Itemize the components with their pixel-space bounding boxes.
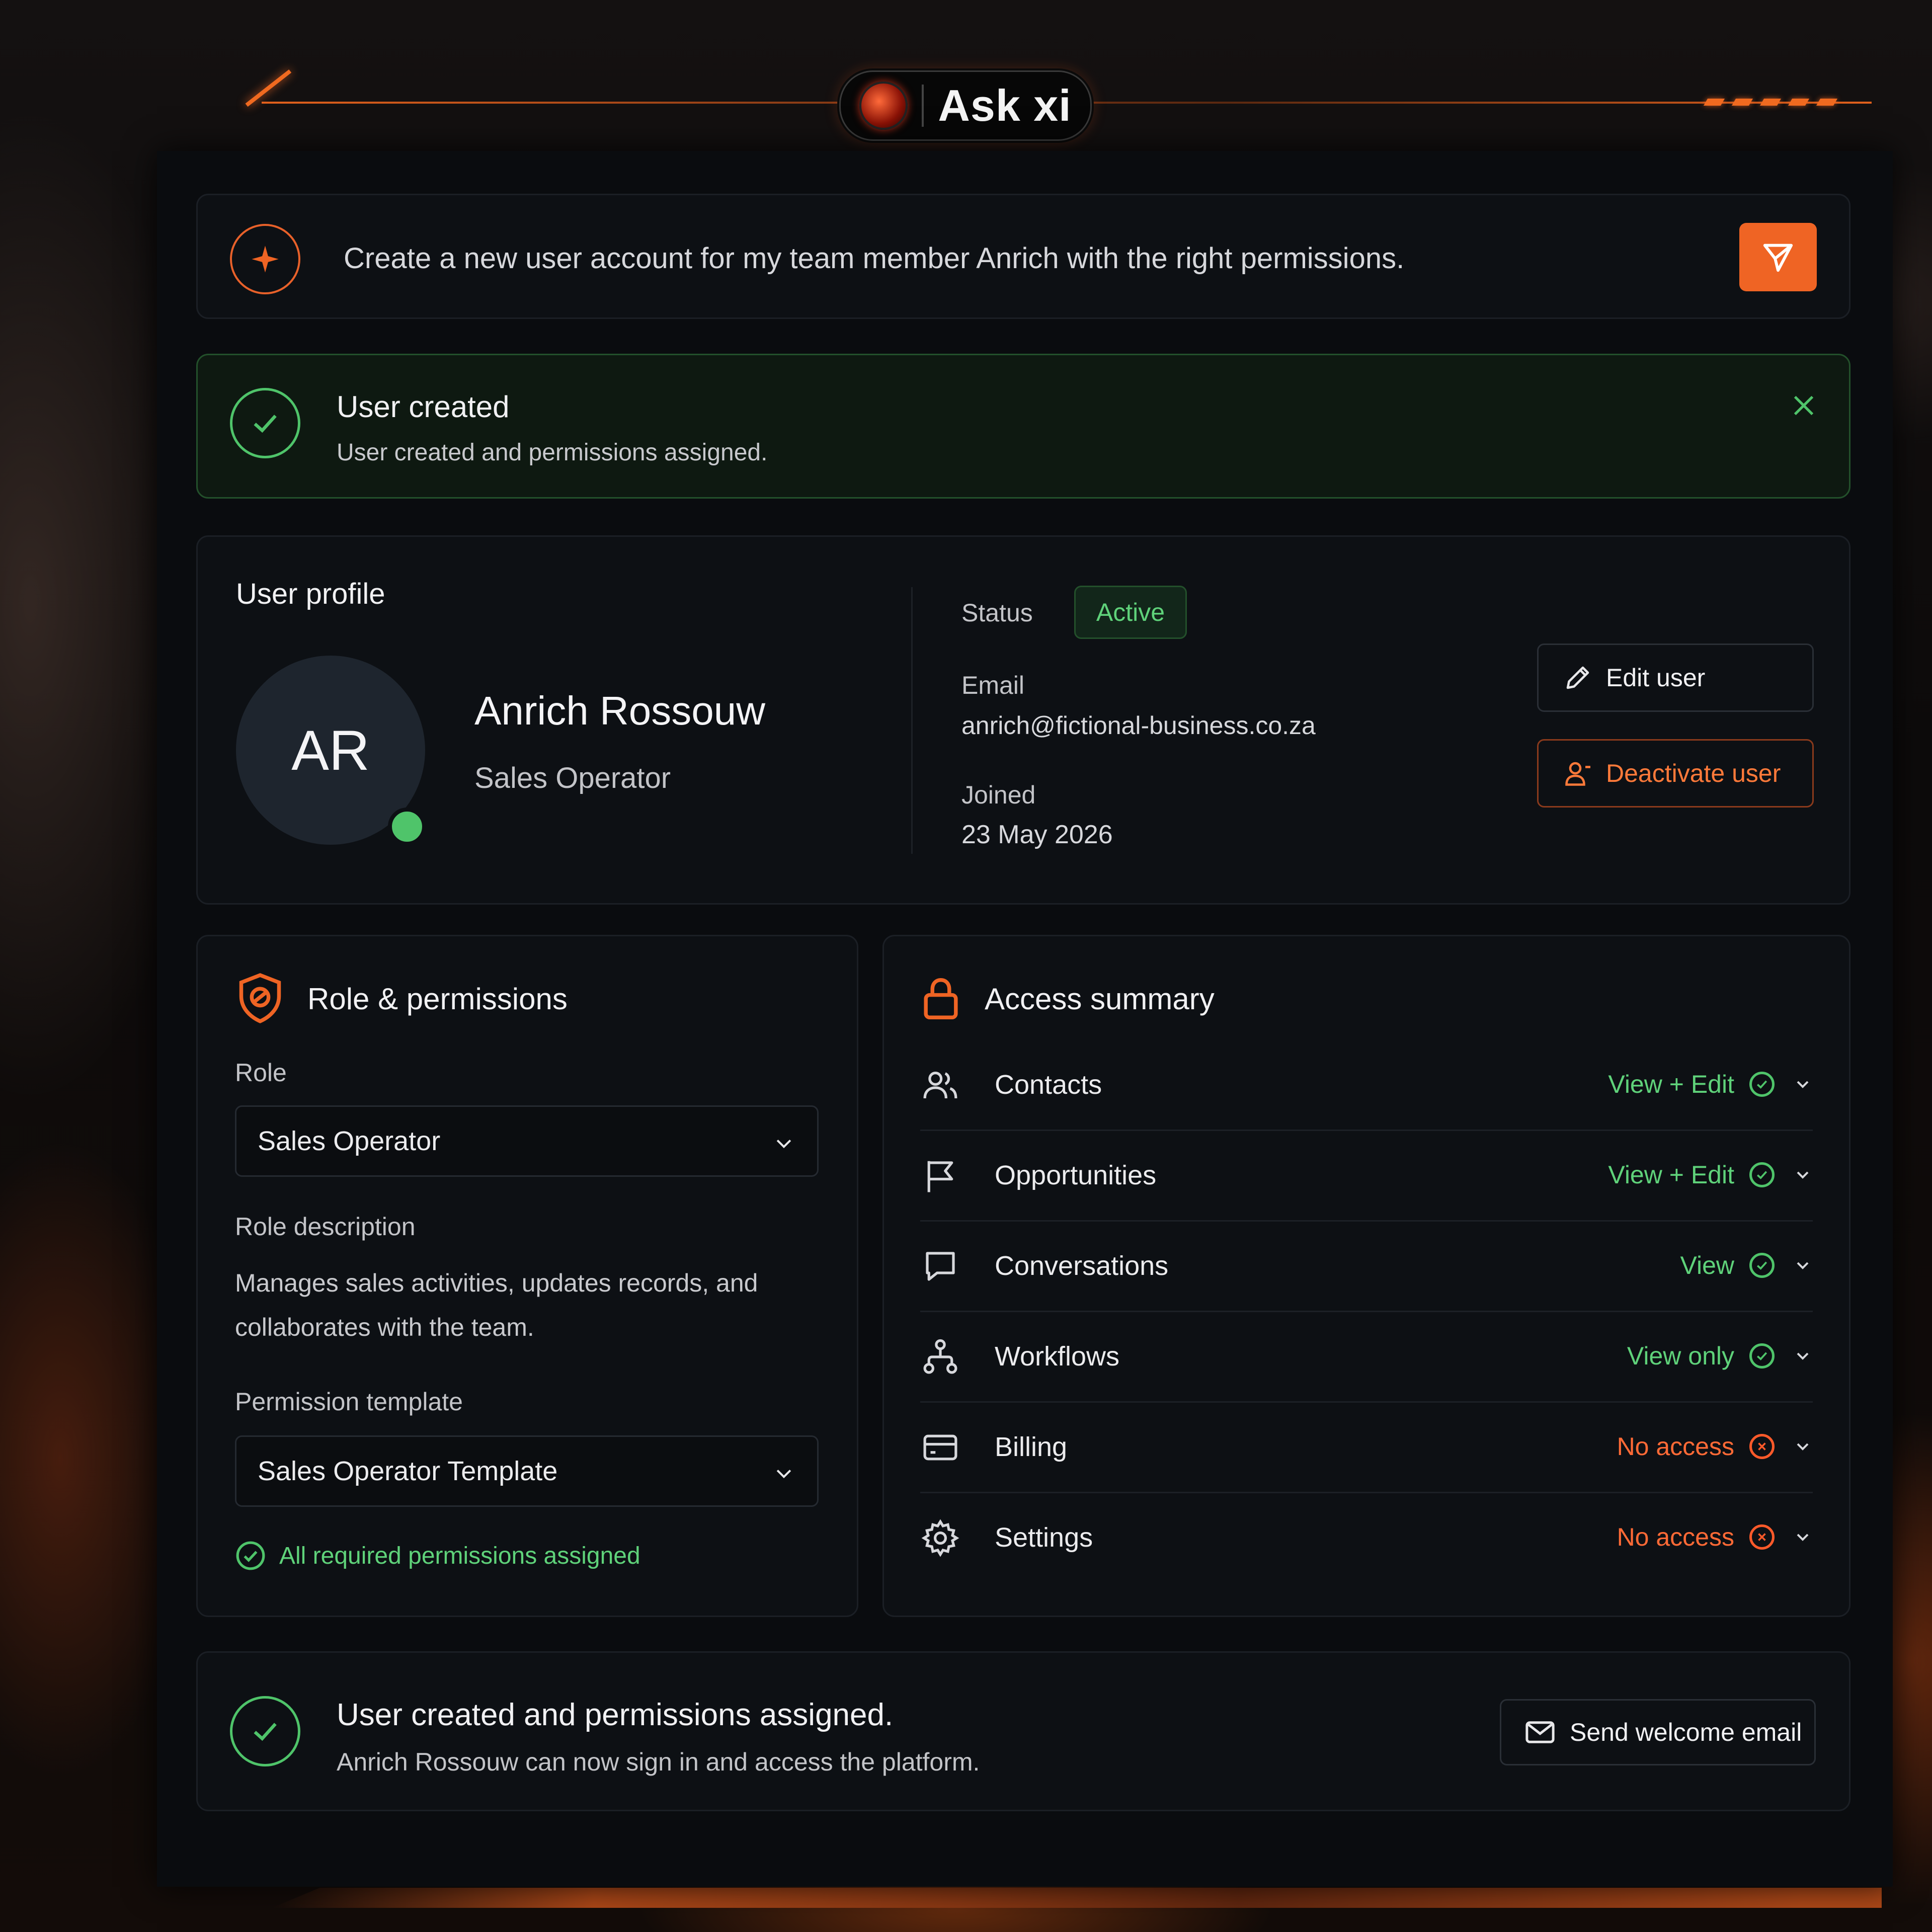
workflow-icon: [920, 1337, 960, 1377]
chevron-down-icon[interactable]: [1793, 1346, 1813, 1366]
chevron-down-icon: [776, 1470, 791, 1479]
access-level: No access: [1617, 1523, 1734, 1551]
deactivate-user-button[interactable]: Deactivate user: [1537, 739, 1814, 808]
online-status-dot: [388, 808, 426, 846]
brand-orb-icon: [859, 82, 908, 130]
access-row-name: Settings: [995, 1522, 1093, 1553]
frame-dashes: [1703, 99, 1838, 106]
prompt-bar: Create a new user account for my team me…: [196, 194, 1850, 319]
check-circle-icon: [1749, 1343, 1775, 1369]
check-circle-icon: [230, 1696, 300, 1766]
access-summary-card: Access summary Contacts View + Edit Opport…: [882, 935, 1850, 1617]
chevron-down-icon[interactable]: [1793, 1255, 1813, 1275]
access-row-settings[interactable]: Settings No access: [920, 1492, 1813, 1582]
role-label: Role: [235, 1059, 287, 1087]
lock-icon: [924, 978, 958, 1019]
access-row-name: Workflows: [995, 1341, 1120, 1372]
role-select-value: Sales Operator: [258, 1126, 441, 1156]
notification-title: User created: [337, 390, 510, 424]
edit-user-label: Edit user: [1606, 664, 1706, 692]
gear-icon: [920, 1518, 960, 1558]
access-summary-heading: Access summary: [985, 982, 1215, 1016]
chevron-down-icon[interactable]: [1793, 1527, 1813, 1547]
permission-template-label: Permission template: [235, 1388, 463, 1416]
user-name: Anrich Rossouw: [474, 688, 766, 733]
x-circle-icon: [1749, 1524, 1775, 1550]
role-description: Manages sales activities, updates record…: [235, 1269, 758, 1341]
status-badge: Active: [1074, 586, 1187, 639]
send-button[interactable]: [1739, 223, 1817, 291]
role-permissions-heading: Role & permissions: [307, 982, 568, 1016]
access-row-billing[interactable]: Billing No access: [920, 1401, 1813, 1493]
access-row-workflows[interactable]: Workflows View only: [920, 1311, 1813, 1403]
flag-icon: [920, 1156, 960, 1196]
x-circle-icon: [1749, 1434, 1775, 1459]
access-row-name: Opportunities: [995, 1160, 1157, 1190]
check-circle-icon: [236, 1541, 265, 1570]
permission-template-value: Sales Operator Template: [258, 1456, 558, 1486]
notification-message: User created and permissions assigned.: [337, 439, 768, 466]
credit-card-icon: [920, 1427, 960, 1468]
check-circle-icon: [1749, 1072, 1775, 1097]
send-welcome-email-label: Send welcome email: [1570, 1718, 1802, 1746]
close-icon[interactable]: [1784, 385, 1824, 426]
joined-label: Joined: [961, 781, 1036, 809]
edit-user-button[interactable]: Edit user: [1537, 643, 1814, 712]
check-circle-icon: [1749, 1162, 1775, 1187]
divider: [911, 587, 913, 854]
users-icon: [920, 1065, 960, 1105]
frame-bottom: [272, 1888, 1882, 1908]
permissions-status-text: All required permissions assigned: [279, 1542, 640, 1569]
confirmation-message: Anrich Rossouw can now sign in and acces…: [337, 1748, 980, 1776]
user-profile-card: User profile AR Anrich Rossouw Sales Ope…: [196, 535, 1850, 905]
chevron-down-icon: [776, 1140, 791, 1149]
profile-heading: User profile: [236, 578, 385, 610]
deactivate-user-label: Deactivate user: [1606, 759, 1781, 787]
email-value: anrich@fictional-business.co.za: [961, 711, 1316, 740]
access-level: View: [1680, 1251, 1734, 1279]
shield-icon: [239, 973, 281, 1023]
mail-icon: [1525, 1721, 1555, 1743]
check-circle-icon: [230, 388, 300, 458]
access-row-opportunities[interactable]: Opportunities View + Edit: [920, 1130, 1813, 1222]
pencil-icon: [1566, 666, 1589, 689]
confirmation-title: User created and permissions assigned.: [337, 1698, 894, 1732]
brand-logo[interactable]: Ask xi: [839, 70, 1092, 141]
access-row-name: Billing: [995, 1432, 1068, 1462]
access-level: No access: [1617, 1432, 1734, 1461]
permissions-status: All required permissions assigned: [235, 1540, 640, 1571]
access-row-conversations[interactable]: Conversations View: [920, 1220, 1813, 1312]
joined-value: 23 May 2026: [961, 820, 1113, 849]
success-notification: User created User created and permission…: [196, 354, 1850, 499]
user-role: Sales Operator: [474, 762, 671, 794]
sparkle-icon: [230, 224, 300, 294]
access-level: View only: [1627, 1342, 1734, 1370]
status-label: Status: [961, 599, 1033, 627]
logo-divider: [922, 85, 924, 127]
access-row-name: Contacts: [995, 1070, 1102, 1100]
role-select[interactable]: Sales Operator: [235, 1105, 819, 1177]
access-level: View + Edit: [1608, 1070, 1734, 1098]
chat-icon: [920, 1246, 960, 1286]
access-level: View + Edit: [1608, 1161, 1734, 1189]
permission-template-select[interactable]: Sales Operator Template: [235, 1435, 819, 1507]
email-label: Email: [961, 671, 1025, 699]
role-description-label: Role description: [235, 1213, 416, 1241]
role-permissions-card: Role & permissions Role Sales Operator R…: [196, 935, 858, 1617]
chevron-down-icon[interactable]: [1793, 1436, 1813, 1457]
access-row-name: Conversations: [995, 1251, 1169, 1281]
check-circle-icon: [1749, 1253, 1775, 1278]
user-minus-icon: [1565, 762, 1590, 786]
avatar-initials: AR: [291, 718, 370, 782]
prompt-text[interactable]: Create a new user account for my team me…: [344, 242, 1404, 275]
chevron-down-icon[interactable]: [1793, 1165, 1813, 1185]
send-icon: [1763, 244, 1793, 272]
confirmation-card: User created and permissions assigned. A…: [196, 1651, 1850, 1811]
send-welcome-email-button[interactable]: Send welcome email: [1500, 1699, 1816, 1765]
brand-name: Ask xi: [938, 80, 1072, 130]
chevron-down-icon[interactable]: [1793, 1074, 1813, 1094]
access-row-contacts[interactable]: Contacts View + Edit: [920, 1039, 1813, 1131]
